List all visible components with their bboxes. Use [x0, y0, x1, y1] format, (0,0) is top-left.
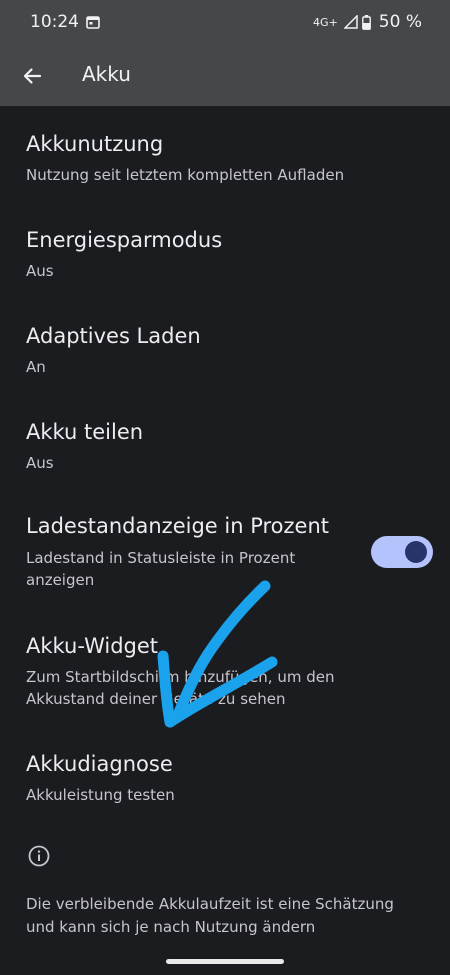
setting-subtitle: An [26, 358, 46, 376]
setting-subtitle-line1: Ladestand in Statusleiste in Prozent [26, 549, 296, 567]
setting-battery-diagnostics[interactable]: Akkudiagnose Akkuleistung testen [0, 736, 450, 828]
app-bar [0, 44, 450, 106]
footer-line1: Die verbleibende Akkulaufzeit ist eine S… [26, 895, 394, 913]
battery-icon [361, 14, 371, 30]
setting-battery-share[interactable]: Akku teilen Aus [0, 394, 450, 490]
setting-subtitle-line2: Akkustand deiner Geräte zu sehen [26, 690, 286, 708]
setting-battery-usage[interactable]: Akkunutzung Nutzung seit letztem komplet… [0, 106, 450, 202]
battery-percentage-toggle[interactable] [371, 536, 433, 568]
status-time: 10:24 [30, 12, 79, 32]
status-bar: 10:24 4G+ 50 % [0, 0, 450, 44]
toggle-knob [405, 541, 427, 563]
footer-line2: und kann sich je nach Nutzung ändern [26, 918, 316, 936]
setting-title: Energiesparmodus [26, 228, 223, 252]
setting-title: Ladestandanzeige in Prozent [26, 514, 330, 538]
setting-battery-widget[interactable]: Akku-Widget Zum Startbildschirm hinzufüg… [0, 610, 450, 736]
home-indicator[interactable] [166, 959, 284, 964]
arrow-back-icon [23, 68, 42, 84]
setting-subtitle-line1: Zum Startbildschirm hinzufügen, um den [26, 668, 335, 686]
setting-title: Akku-Widget [26, 634, 159, 658]
setting-title: Adaptives Laden [26, 324, 201, 348]
calendar-icon [86, 16, 100, 29]
back-button[interactable] [12, 58, 52, 94]
setting-subtitle: Aus [26, 262, 54, 280]
battery-percent: 50 % [378, 12, 422, 32]
footer-note: Die verbleibende Akkulaufzeit ist eine S… [26, 893, 431, 939]
setting-battery-saver[interactable]: Energiesparmodus Aus [0, 202, 450, 298]
page-title: Akku [82, 62, 131, 86]
setting-title: Akkunutzung [26, 132, 164, 156]
setting-subtitle: Nutzung seit letztem kompletten Aufladen [26, 166, 345, 184]
network-type: 4G+ [313, 15, 338, 29]
status-indicators: 4G+ 50 % [313, 12, 422, 32]
signal-icon [343, 15, 358, 29]
setting-subtitle: Akkuleistung testen [26, 786, 175, 804]
setting-subtitle-line2: anzeigen [26, 571, 95, 589]
setting-title: Akku teilen [26, 420, 144, 444]
setting-title: Akkudiagnose [26, 752, 173, 776]
info-icon [28, 845, 50, 867]
setting-adaptive-charging[interactable]: Adaptives Laden An [0, 298, 450, 394]
setting-subtitle: Aus [26, 454, 54, 472]
